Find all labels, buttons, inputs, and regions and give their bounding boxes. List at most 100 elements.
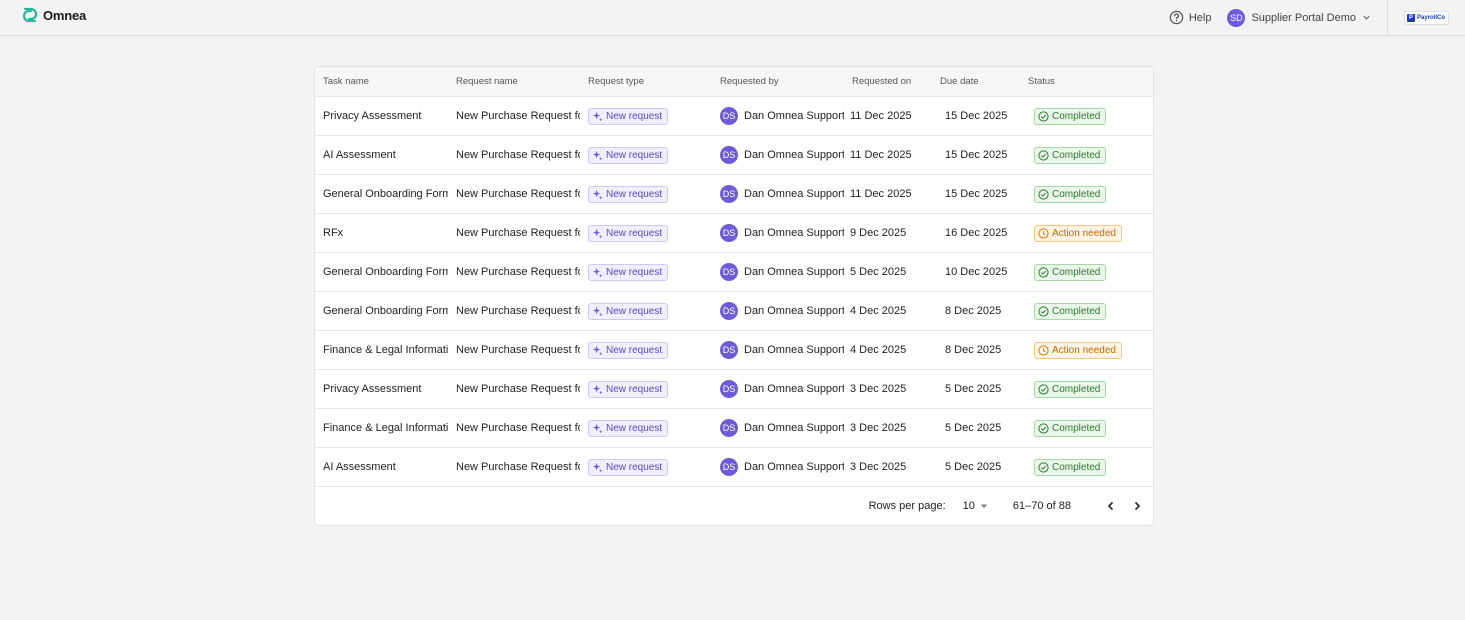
task-name: AI Assessment [323,461,396,473]
avatar: DS [720,107,738,125]
column-header-requested-by[interactable]: Requested by [712,76,844,87]
column-header-request-name[interactable]: Request name [448,76,580,87]
sparkle-icon [592,111,603,122]
requested-on: 11 Dec 2025 [850,110,912,122]
next-page-button[interactable] [1129,498,1145,514]
previous-page-button[interactable] [1103,498,1119,514]
org-logo-mark: P [1407,13,1415,22]
chevron-down-icon [1363,15,1370,20]
requester-name: Dan Omnea Support [744,188,844,200]
request-type-cell: New request [580,341,712,359]
sparkle-icon [592,384,603,395]
chevron-left-icon [1107,501,1114,511]
avatar: DS [720,263,738,281]
due-date: 15 Dec 2025 [945,188,1008,200]
column-header-requested-on[interactable]: Requested on [844,76,932,87]
request-type-badge: New request [588,341,669,359]
request-type-label: New request [606,227,663,239]
check-circle-icon [1038,149,1049,161]
status-badge: Completed [1034,263,1107,281]
request-type-cell: New request [580,380,712,398]
requested-on: 11 Dec 2025 [850,149,912,161]
top-bar: Omnea Help SD Supplier Portal Demo P Pay… [0,0,1465,36]
request-type-cell: New request [580,146,712,164]
status-cell: Completed [1020,263,1153,281]
check-circle-icon [1038,188,1049,200]
requester-name: Dan Omnea Support [744,227,844,239]
request-type-label: New request [606,422,663,434]
check-circle-icon [1038,461,1049,473]
org-logo-text: PayrollCo [1417,14,1446,21]
table-row[interactable]: General Onboarding Form New Purchase Requ… [315,292,1153,331]
table-row[interactable]: General Onboarding Form New Purchase Requ… [315,253,1153,292]
pagination: Rows per page: 10 61–70 of 88 [315,487,1153,525]
check-circle-icon [1038,110,1049,122]
table-row[interactable]: Finance & Legal Informatic New Purchase R… [315,331,1153,370]
task-name: Privacy Assessment [323,110,422,122]
column-header-status[interactable]: Status [1020,76,1153,87]
caret-down-icon [980,504,987,508]
request-name: New Purchase Request fo [456,266,580,278]
sparkle-icon [592,189,603,200]
task-name: AI Assessment [323,149,396,161]
table-row[interactable]: RFx New Purchase Request fo New request DS D… [315,214,1153,253]
task-name: Finance & Legal Informatic [323,344,448,356]
help-button[interactable]: Help [1169,10,1211,25]
status-cell: Completed [1020,302,1153,320]
request-name: New Purchase Request fo [456,149,580,161]
request-type-badge: New request [588,458,669,476]
status-badge: Action needed [1034,224,1122,242]
table-header: Task name Request name Request type Requ… [315,67,1153,97]
requester-name: Dan Omnea Support [744,383,844,395]
table-body: Privacy Assessment New Purchase Request f… [315,97,1153,487]
request-name: New Purchase Request fo [456,461,580,473]
status-cell: Completed [1020,419,1153,437]
due-date: 15 Dec 2025 [945,149,1008,161]
column-header-task-name[interactable]: Task name [315,76,448,87]
table-row[interactable]: AI Assessment New Purchase Request fo New … [315,448,1153,487]
column-header-due-date[interactable]: Due date [932,76,1020,87]
due-date: 16 Dec 2025 [945,227,1008,239]
status-badge: Completed [1034,302,1107,320]
brand-name: Omnea [43,7,87,23]
request-type-label: New request [606,305,663,317]
status-label: Completed [1052,383,1101,395]
table-row[interactable]: AI Assessment New Purchase Request fo New … [315,136,1153,175]
help-circle-icon [1169,10,1184,25]
page-range: 61–70 of 88 [1012,500,1071,512]
sparkle-icon [592,150,603,161]
requester-name: Dan Omnea Support [744,266,844,278]
table-row[interactable]: General Onboarding Form New Purchase Requ… [315,175,1153,214]
requested-on: 3 Dec 2025 [850,422,907,434]
status-badge: Completed [1034,419,1107,437]
status-cell: Completed [1020,146,1153,164]
rows-per-page-select[interactable]: 10 [963,500,989,512]
status-label: Completed [1052,188,1101,200]
org-switcher[interactable]: P PayrollCo [1388,0,1465,35]
requested-on: 11 Dec 2025 [850,188,912,200]
request-type-cell: New request [580,224,712,242]
table-row[interactable]: Finance & Legal Informatic New Purchase R… [315,409,1153,448]
requested-on: 4 Dec 2025 [850,305,907,317]
avatar: DS [720,380,738,398]
user-menu[interactable]: SD Supplier Portal Demo [1227,8,1371,27]
table-row[interactable]: Privacy Assessment New Purchase Request f… [315,370,1153,409]
omnea-logo[interactable]: Omnea [21,6,86,24]
status-cell: Completed [1020,458,1153,476]
status-label: Action needed [1052,227,1116,239]
task-name: General Onboarding Form [323,188,448,200]
table-row[interactable]: Privacy Assessment New Purchase Request f… [315,97,1153,136]
requested-on: 9 Dec 2025 [850,227,907,239]
request-name: New Purchase Request fo [456,305,580,317]
request-type-badge: New request [588,224,669,242]
check-circle-icon [1038,383,1049,395]
due-date: 5 Dec 2025 [945,422,1002,434]
request-type-badge: New request [588,419,669,437]
avatar: DS [720,458,738,476]
request-name: New Purchase Request fo [456,422,580,434]
column-header-request-type[interactable]: Request type [580,76,712,87]
requested-by-cell: DS Dan Omnea Support [712,185,844,203]
requested-by-cell: DS Dan Omnea Support [712,146,844,164]
requested-by-cell: DS Dan Omnea Support [712,341,844,359]
request-type-label: New request [606,149,663,161]
